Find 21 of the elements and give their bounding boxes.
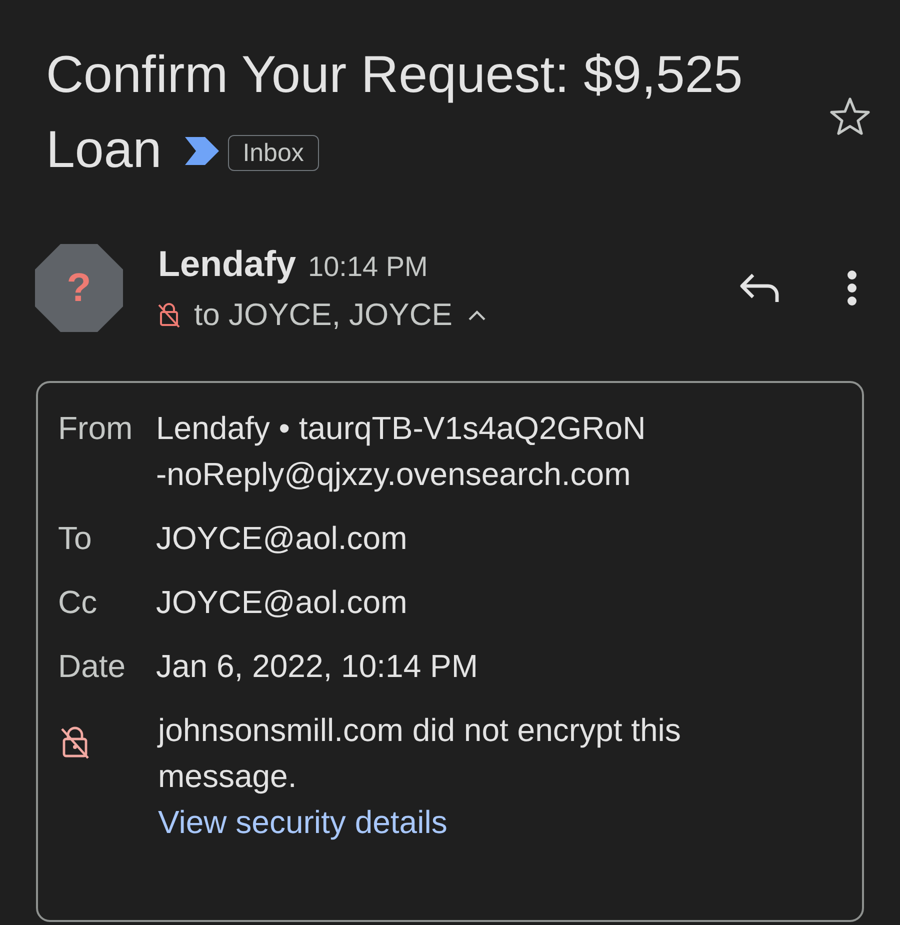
sender-address: Lendafy • taurqTB-V1s4aQ2GRoN -noReply@qjxzy.ovensearch.com: [156, 409, 646, 494]
avatar: ?: [35, 244, 123, 332]
security-message: johnsonsmill.com did not encrypt this message.: [158, 711, 682, 796]
more-options-icon[interactable]: [847, 270, 857, 306]
subject-title: Confirm Your Request: $9,525: [46, 45, 743, 106]
field-value: JOYCE@aol.com: [156, 583, 408, 622]
star-icon[interactable]: [830, 97, 870, 135]
field-label: From: [58, 409, 134, 448]
caret-icon[interactable]: [468, 310, 486, 320]
message-time: 10:14 PM: [308, 251, 428, 283]
subject-title: Loan: [46, 120, 162, 181]
field-value: JOYCE@aol.com: [156, 519, 408, 558]
reply-icon[interactable]: [740, 273, 780, 303]
recipients-toggle[interactable]: to JOYCE, JOYCE: [194, 297, 452, 333]
security-details-link[interactable]: View security details: [158, 799, 448, 845]
field-label: To: [58, 519, 93, 558]
sender-name: Lendafy: [158, 243, 296, 285]
inbox-label[interactable]: Inbox: [228, 134, 319, 170]
field-label: Cc: [58, 583, 98, 622]
field-label: Date: [58, 647, 127, 686]
field-value: Jan 6, 2022, 10:14 PM: [156, 647, 478, 686]
